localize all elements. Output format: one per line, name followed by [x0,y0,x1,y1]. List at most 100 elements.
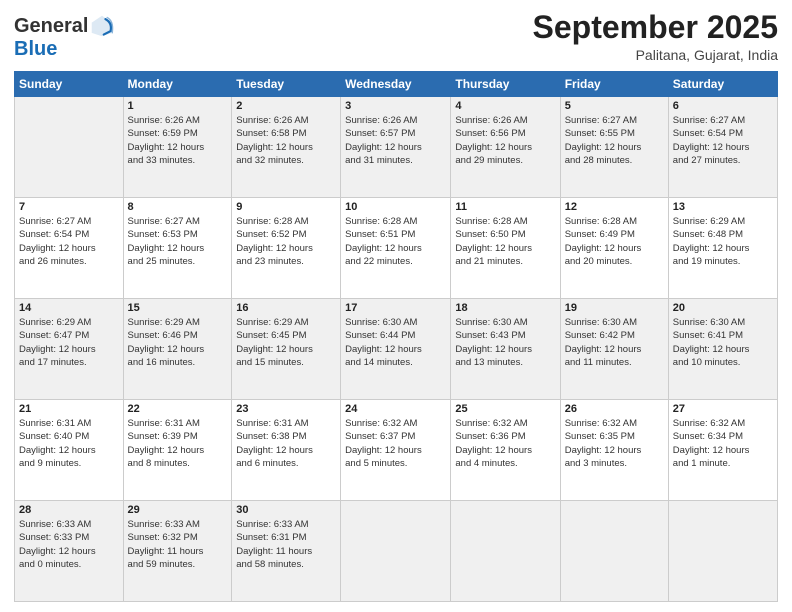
cell-info: Sunrise: 6:31 AM Sunset: 6:40 PM Dayligh… [19,417,119,470]
calendar-cell: 24 Sunrise: 6:32 AM Sunset: 6:37 PM Dayli… [341,400,451,501]
calendar-cell: 14 Sunrise: 6:29 AM Sunset: 6:47 PM Dayli… [15,299,124,400]
cell-info: Sunrise: 6:29 AM Sunset: 6:48 PM Dayligh… [673,215,773,268]
cell-info: Sunrise: 6:27 AM Sunset: 6:54 PM Dayligh… [19,215,119,268]
cell-date: 5 [565,100,664,112]
calendar-table: SundayMondayTuesdayWednesdayThursdayFrid… [14,71,778,602]
cell-info: Sunrise: 6:32 AM Sunset: 6:34 PM Dayligh… [673,417,773,470]
calendar-cell: 4Sunrise: 6:26 AM Sunset: 6:56 PM Daylig… [451,97,560,198]
cell-info: Sunrise: 6:33 AM Sunset: 6:31 PM Dayligh… [236,518,336,571]
cell-date: 25 [455,403,555,415]
calendar-cell: 8 Sunrise: 6:27 AM Sunset: 6:53 PM Daylig… [123,198,232,299]
cell-info: Sunrise: 6:30 AM Sunset: 6:44 PM Dayligh… [345,316,446,369]
cell-info: Sunrise: 6:28 AM Sunset: 6:49 PM Dayligh… [565,215,664,268]
cell-info: Sunrise: 6:27 AM Sunset: 6:54 PM Dayligh… [673,114,773,167]
cell-info: Sunrise: 6:29 AM Sunset: 6:47 PM Dayligh… [19,316,119,369]
header: General Blue September 2025 Palitana, Gu… [14,10,778,63]
calendar-header-wednesday: Wednesday [341,72,451,97]
cell-info: Sunrise: 6:30 AM Sunset: 6:42 PM Dayligh… [565,316,664,369]
cell-date: 21 [19,403,119,415]
calendar-cell [668,501,777,602]
calendar-cell: 21 Sunrise: 6:31 AM Sunset: 6:40 PM Dayli… [15,400,124,501]
cell-date: 10 [345,201,446,213]
calendar-cell: 11 Sunrise: 6:28 AM Sunset: 6:50 PM Dayli… [451,198,560,299]
page: General Blue September 2025 Palitana, Gu… [0,0,792,612]
calendar-cell [15,97,124,198]
cell-date: 22 [128,403,228,415]
calendar-cell: 25 Sunrise: 6:32 AM Sunset: 6:36 PM Dayli… [451,400,560,501]
cell-info: Sunrise: 6:30 AM Sunset: 6:41 PM Dayligh… [673,316,773,369]
cell-date: 3 [345,100,446,112]
cell-info: Sunrise: 6:26 AM Sunset: 6:57 PM Dayligh… [345,114,446,167]
cell-info: Sunrise: 6:27 AM Sunset: 6:55 PM Dayligh… [565,114,664,167]
calendar-header-tuesday: Tuesday [232,72,341,97]
cell-date: 27 [673,403,773,415]
calendar-cell: 5 Sunrise: 6:27 AM Sunset: 6:55 PM Daylig… [560,97,668,198]
calendar-week-row: 1Sunrise: 6:26 AM Sunset: 6:59 PM Daylig… [15,97,778,198]
cell-date: 16 [236,302,336,314]
calendar-header-row: SundayMondayTuesdayWednesdayThursdayFrid… [15,72,778,97]
calendar-cell: 27 Sunrise: 6:32 AM Sunset: 6:34 PM Dayli… [668,400,777,501]
calendar-cell: 6 Sunrise: 6:27 AM Sunset: 6:54 PM Daylig… [668,97,777,198]
cell-info: Sunrise: 6:29 AM Sunset: 6:46 PM Dayligh… [128,316,228,369]
calendar-cell [560,501,668,602]
calendar-header-friday: Friday [560,72,668,97]
logo-general-text: General [14,15,88,37]
calendar-cell: 1Sunrise: 6:26 AM Sunset: 6:59 PM Daylig… [123,97,232,198]
cell-date: 24 [345,403,446,415]
cell-date: 15 [128,302,228,314]
calendar-cell: 7Sunrise: 6:27 AM Sunset: 6:54 PM Daylig… [15,198,124,299]
cell-date: 8 [128,201,228,213]
cell-date: 23 [236,403,336,415]
calendar-header-sunday: Sunday [15,72,124,97]
calendar-cell: 28Sunrise: 6:33 AM Sunset: 6:33 PM Dayli… [15,501,124,602]
calendar-cell: 13 Sunrise: 6:29 AM Sunset: 6:48 PM Dayli… [668,198,777,299]
cell-info: Sunrise: 6:31 AM Sunset: 6:39 PM Dayligh… [128,417,228,470]
calendar-cell: 16 Sunrise: 6:29 AM Sunset: 6:45 PM Dayli… [232,299,341,400]
cell-date: 6 [673,100,773,112]
calendar-week-row: 7Sunrise: 6:27 AM Sunset: 6:54 PM Daylig… [15,198,778,299]
cell-info: Sunrise: 6:29 AM Sunset: 6:45 PM Dayligh… [236,316,336,369]
calendar-cell: 9Sunrise: 6:28 AM Sunset: 6:52 PM Daylig… [232,198,341,299]
calendar-cell: 10 Sunrise: 6:28 AM Sunset: 6:51 PM Dayli… [341,198,451,299]
logo-blue-text: Blue [14,38,114,60]
calendar-cell: 23 Sunrise: 6:31 AM Sunset: 6:38 PM Dayli… [232,400,341,501]
title-block: September 2025 Palitana, Gujarat, India [533,10,778,63]
cell-date: 17 [345,302,446,314]
calendar-cell: 3 Sunrise: 6:26 AM Sunset: 6:57 PM Daylig… [341,97,451,198]
logo: General Blue [14,14,114,60]
calendar-cell: 18Sunrise: 6:30 AM Sunset: 6:43 PM Dayli… [451,299,560,400]
cell-date: 2 [236,100,336,112]
logo-icon [90,14,114,38]
cell-date: 13 [673,201,773,213]
cell-date: 20 [673,302,773,314]
cell-date: 19 [565,302,664,314]
calendar-cell: 20 Sunrise: 6:30 AM Sunset: 6:41 PM Dayli… [668,299,777,400]
cell-info: Sunrise: 6:26 AM Sunset: 6:58 PM Dayligh… [236,114,336,167]
cell-date: 12 [565,201,664,213]
cell-date: 26 [565,403,664,415]
calendar-cell: 15 Sunrise: 6:29 AM Sunset: 6:46 PM Dayli… [123,299,232,400]
cell-date: 4 [455,100,555,112]
cell-info: Sunrise: 6:32 AM Sunset: 6:36 PM Dayligh… [455,417,555,470]
cell-info: Sunrise: 6:28 AM Sunset: 6:52 PM Dayligh… [236,215,336,268]
calendar-header-thursday: Thursday [451,72,560,97]
cell-date: 14 [19,302,119,314]
calendar-cell [451,501,560,602]
cell-info: Sunrise: 6:32 AM Sunset: 6:35 PM Dayligh… [565,417,664,470]
cell-date: 11 [455,201,555,213]
cell-info: Sunrise: 6:28 AM Sunset: 6:50 PM Dayligh… [455,215,555,268]
cell-info: Sunrise: 6:28 AM Sunset: 6:51 PM Dayligh… [345,215,446,268]
cell-info: Sunrise: 6:32 AM Sunset: 6:37 PM Dayligh… [345,417,446,470]
calendar-week-row: 14 Sunrise: 6:29 AM Sunset: 6:47 PM Dayli… [15,299,778,400]
cell-info: Sunrise: 6:27 AM Sunset: 6:53 PM Dayligh… [128,215,228,268]
calendar-cell: 22 Sunrise: 6:31 AM Sunset: 6:39 PM Dayli… [123,400,232,501]
calendar-cell: 26 Sunrise: 6:32 AM Sunset: 6:35 PM Dayli… [560,400,668,501]
cell-date: 28 [19,504,119,516]
cell-info: Sunrise: 6:31 AM Sunset: 6:38 PM Dayligh… [236,417,336,470]
cell-info: Sunrise: 6:26 AM Sunset: 6:59 PM Dayligh… [128,114,228,167]
calendar-cell: 30Sunrise: 6:33 AM Sunset: 6:31 PM Dayli… [232,501,341,602]
calendar-cell: 17 Sunrise: 6:30 AM Sunset: 6:44 PM Dayli… [341,299,451,400]
calendar-cell: 12 Sunrise: 6:28 AM Sunset: 6:49 PM Dayli… [560,198,668,299]
calendar-cell: 19 Sunrise: 6:30 AM Sunset: 6:42 PM Dayli… [560,299,668,400]
calendar-header-monday: Monday [123,72,232,97]
